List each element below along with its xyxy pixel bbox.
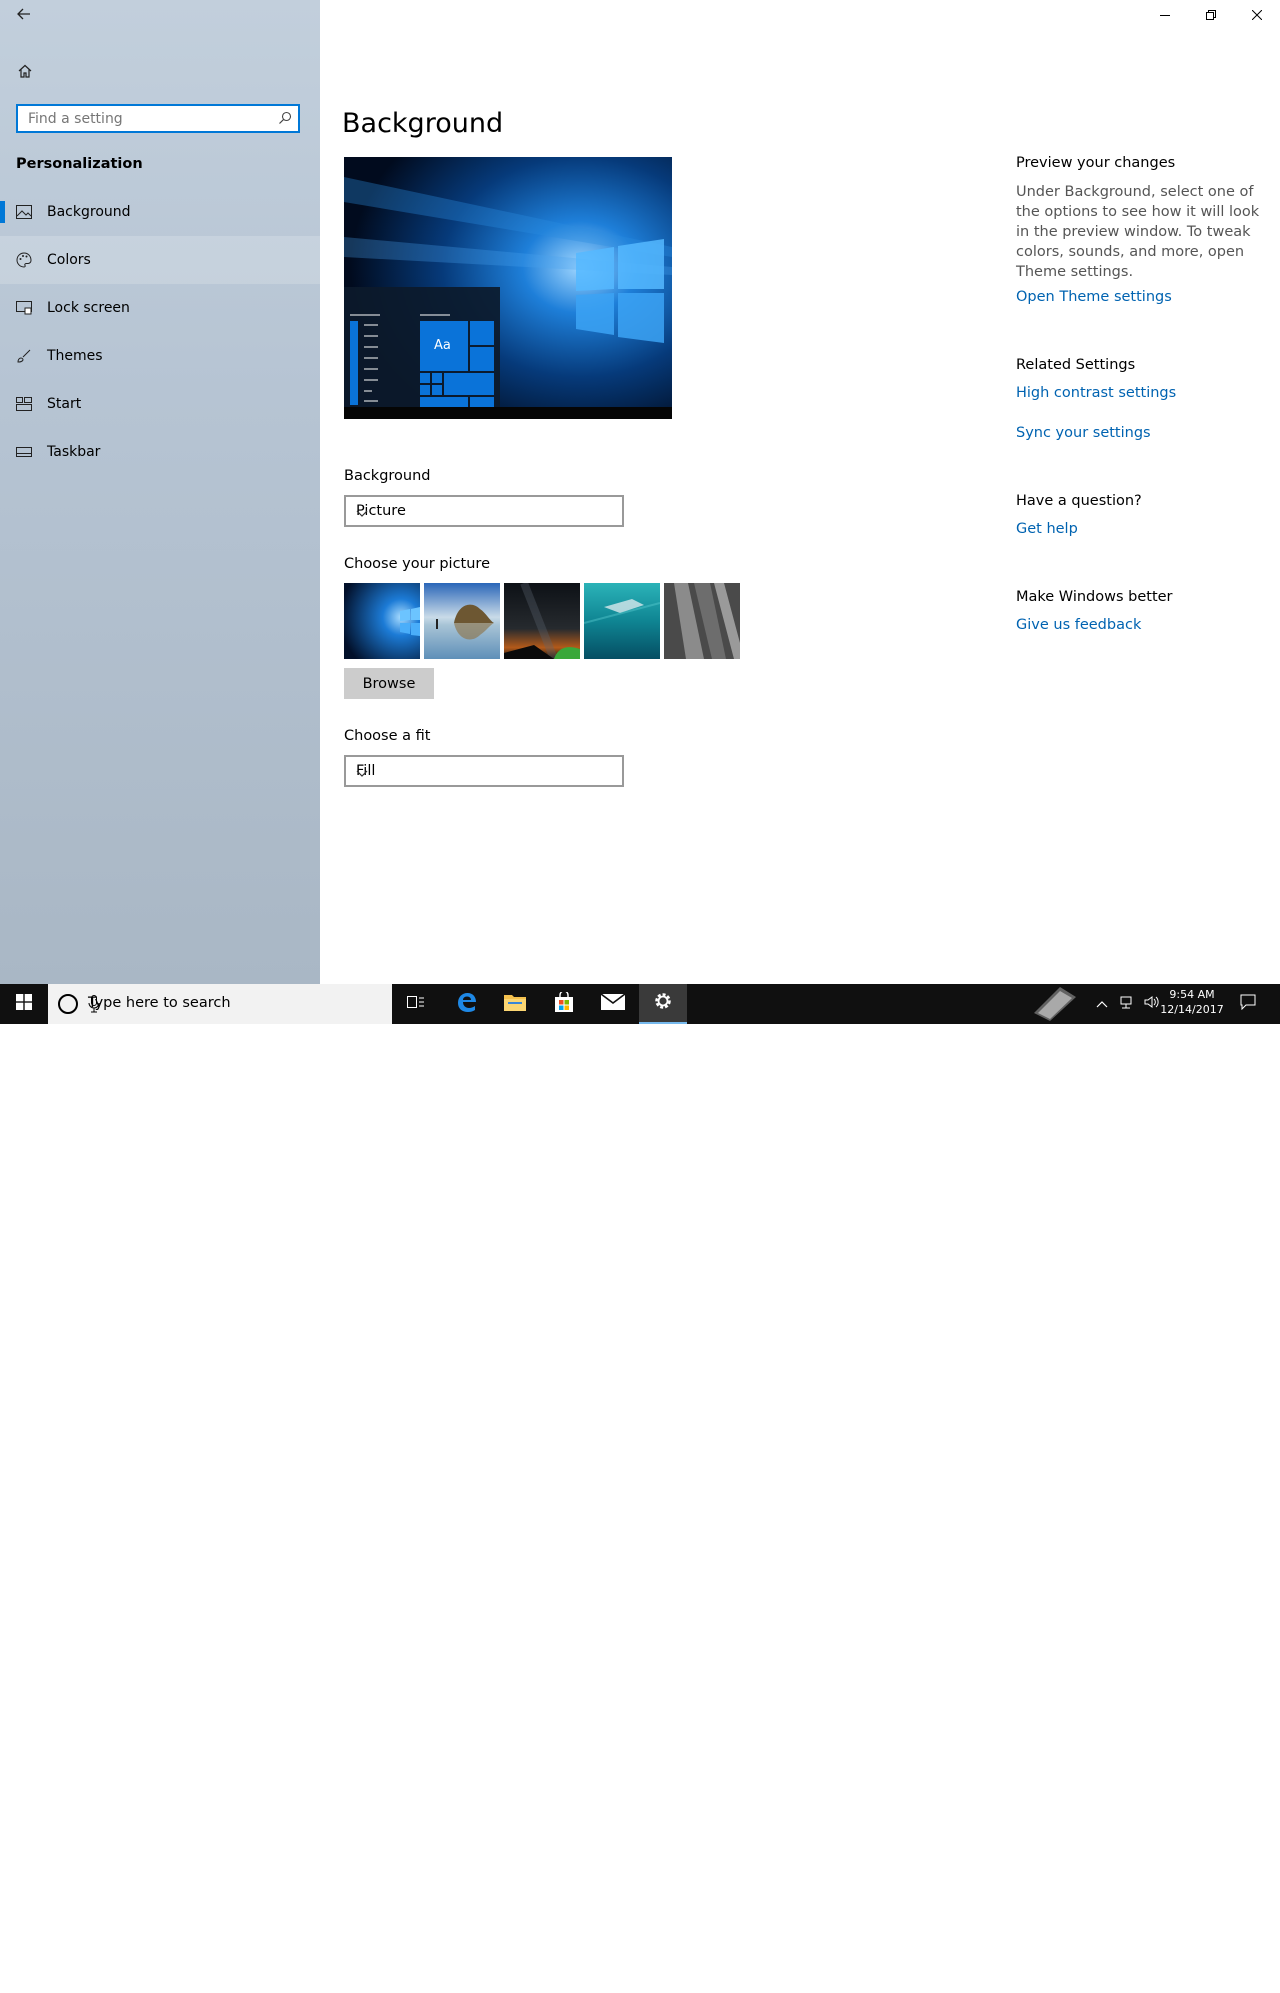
sidebar-item-label: Themes (47, 348, 103, 364)
network-icon (1120, 994, 1136, 1014)
book-logo-icon (1030, 983, 1080, 1025)
high-contrast-settings-link[interactable]: High contrast settings (1016, 385, 1176, 401)
sidebar-item-label: Colors (47, 252, 91, 268)
sync-settings-link[interactable]: Sync your settings (1016, 425, 1151, 441)
clock[interactable]: 9:54 AM 12/14/2017 (1160, 987, 1224, 1017)
background-label: Background (344, 468, 431, 484)
preview-changes-description: Under Background, select one of the opti… (1016, 184, 1260, 280)
watermark-text: TheCollectionBook (1092, 1972, 1265, 1993)
mail-icon (600, 993, 626, 1014)
sidebar-item-start[interactable]: Start (0, 380, 320, 428)
search-input[interactable] (18, 106, 288, 131)
restore-icon (1206, 8, 1216, 24)
store-bag-icon (554, 990, 574, 1016)
brush-icon (16, 348, 32, 364)
preview-tile-label: Aa (434, 338, 451, 353)
picture-icon (16, 204, 32, 220)
back-button[interactable] (12, 4, 36, 28)
picture-thumbnail-underwater[interactable] (584, 583, 660, 659)
get-help-link[interactable]: Get help (1016, 521, 1078, 537)
windows-logo-icon (16, 994, 32, 1014)
taskbar-search-box[interactable]: Type here to search (48, 984, 392, 1024)
sidebar: Personalization Background Colors Lock s… (0, 0, 320, 984)
clock-time: 9:54 AM (1169, 988, 1215, 1001)
microphone-icon[interactable] (88, 995, 378, 1017)
section-title: Personalization (16, 156, 143, 172)
sidebar-item-themes[interactable]: Themes (0, 332, 320, 380)
chevron-down-icon (356, 506, 614, 522)
volume-button[interactable] (1142, 984, 1162, 1024)
sidebar-item-taskbar[interactable]: Taskbar (0, 428, 320, 476)
chevron-up-icon (1096, 996, 1108, 1012)
close-button[interactable] (1234, 0, 1280, 32)
edge-icon (456, 991, 478, 1017)
sidebar-item-colors[interactable]: Colors (0, 236, 320, 284)
preview-wallpaper-image (344, 157, 672, 419)
network-button[interactable] (1118, 984, 1138, 1024)
choose-fit-label: Choose a fit (344, 728, 431, 744)
sidebar-item-label: Lock screen (47, 300, 130, 316)
sidebar-item-label: Start (47, 396, 82, 412)
folder-icon (504, 993, 526, 1015)
palette-icon (16, 252, 32, 268)
home-icon (17, 63, 33, 83)
speaker-icon (1144, 994, 1160, 1014)
close-icon (1251, 8, 1263, 24)
background-dropdown[interactable]: Picture (344, 495, 624, 527)
start-tiles-icon (16, 396, 32, 412)
start-button[interactable] (0, 984, 48, 1024)
restore-button[interactable] (1188, 0, 1234, 32)
home-button[interactable] (13, 61, 37, 85)
make-windows-better-heading: Make Windows better (1016, 589, 1173, 605)
main-content (320, 0, 1280, 984)
cortana-icon (58, 994, 78, 1014)
show-hidden-icons-button[interactable] (1094, 984, 1110, 1024)
mail-button[interactable] (589, 984, 637, 1024)
gear-icon (653, 991, 673, 1015)
taskbar-icon (16, 444, 32, 460)
sidebar-item-label: Taskbar (47, 444, 101, 460)
settings-app-button[interactable] (639, 984, 687, 1024)
search-setting-box[interactable] (16, 104, 300, 133)
back-arrow-icon (16, 6, 32, 26)
background-preview: Aa (344, 157, 672, 419)
related-settings-heading: Related Settings (1016, 357, 1136, 373)
watermark-logo (1030, 984, 1080, 1024)
have-question-heading: Have a question? (1016, 493, 1142, 509)
sidebar-item-label: Background (47, 204, 131, 220)
search-icon[interactable] (278, 111, 292, 129)
minimize-icon (1160, 8, 1170, 24)
notification-icon (1240, 994, 1256, 1014)
clock-date: 12/14/2017 (1160, 1003, 1224, 1016)
fit-dropdown[interactable]: Fill (344, 755, 624, 787)
sidebar-item-background[interactable]: Background (0, 188, 320, 236)
preview-changes-heading: Preview your changes (1016, 155, 1176, 171)
browse-button[interactable]: Browse (344, 668, 434, 699)
give-feedback-link[interactable]: Give us feedback (1016, 617, 1141, 633)
task-view-icon (407, 994, 425, 1014)
taskbar: Type here to search 9:54 AM 12/14/2017 T… (0, 984, 1280, 1993)
sidebar-item-lock-screen[interactable]: Lock screen (0, 284, 320, 332)
lock-screen-icon (16, 300, 32, 316)
picture-thumbnail-windows[interactable] (344, 583, 420, 659)
store-button[interactable] (540, 984, 588, 1024)
picture-thumbnail-beach[interactable] (424, 583, 500, 659)
minimize-button[interactable] (1142, 0, 1188, 32)
choose-picture-label: Choose your picture (344, 556, 490, 572)
page-title: Background (342, 108, 504, 139)
open-theme-settings-link[interactable]: Open Theme settings (1016, 289, 1172, 305)
file-explorer-button[interactable] (491, 984, 539, 1024)
chevron-down-icon (356, 766, 614, 782)
action-center-button[interactable] (1236, 984, 1260, 1024)
task-view-button[interactable] (392, 984, 440, 1024)
edge-browser-button[interactable] (443, 984, 491, 1024)
picture-thumbnail-rock-face[interactable] (664, 583, 740, 659)
picture-thumbnail-night-sky[interactable] (504, 583, 580, 659)
